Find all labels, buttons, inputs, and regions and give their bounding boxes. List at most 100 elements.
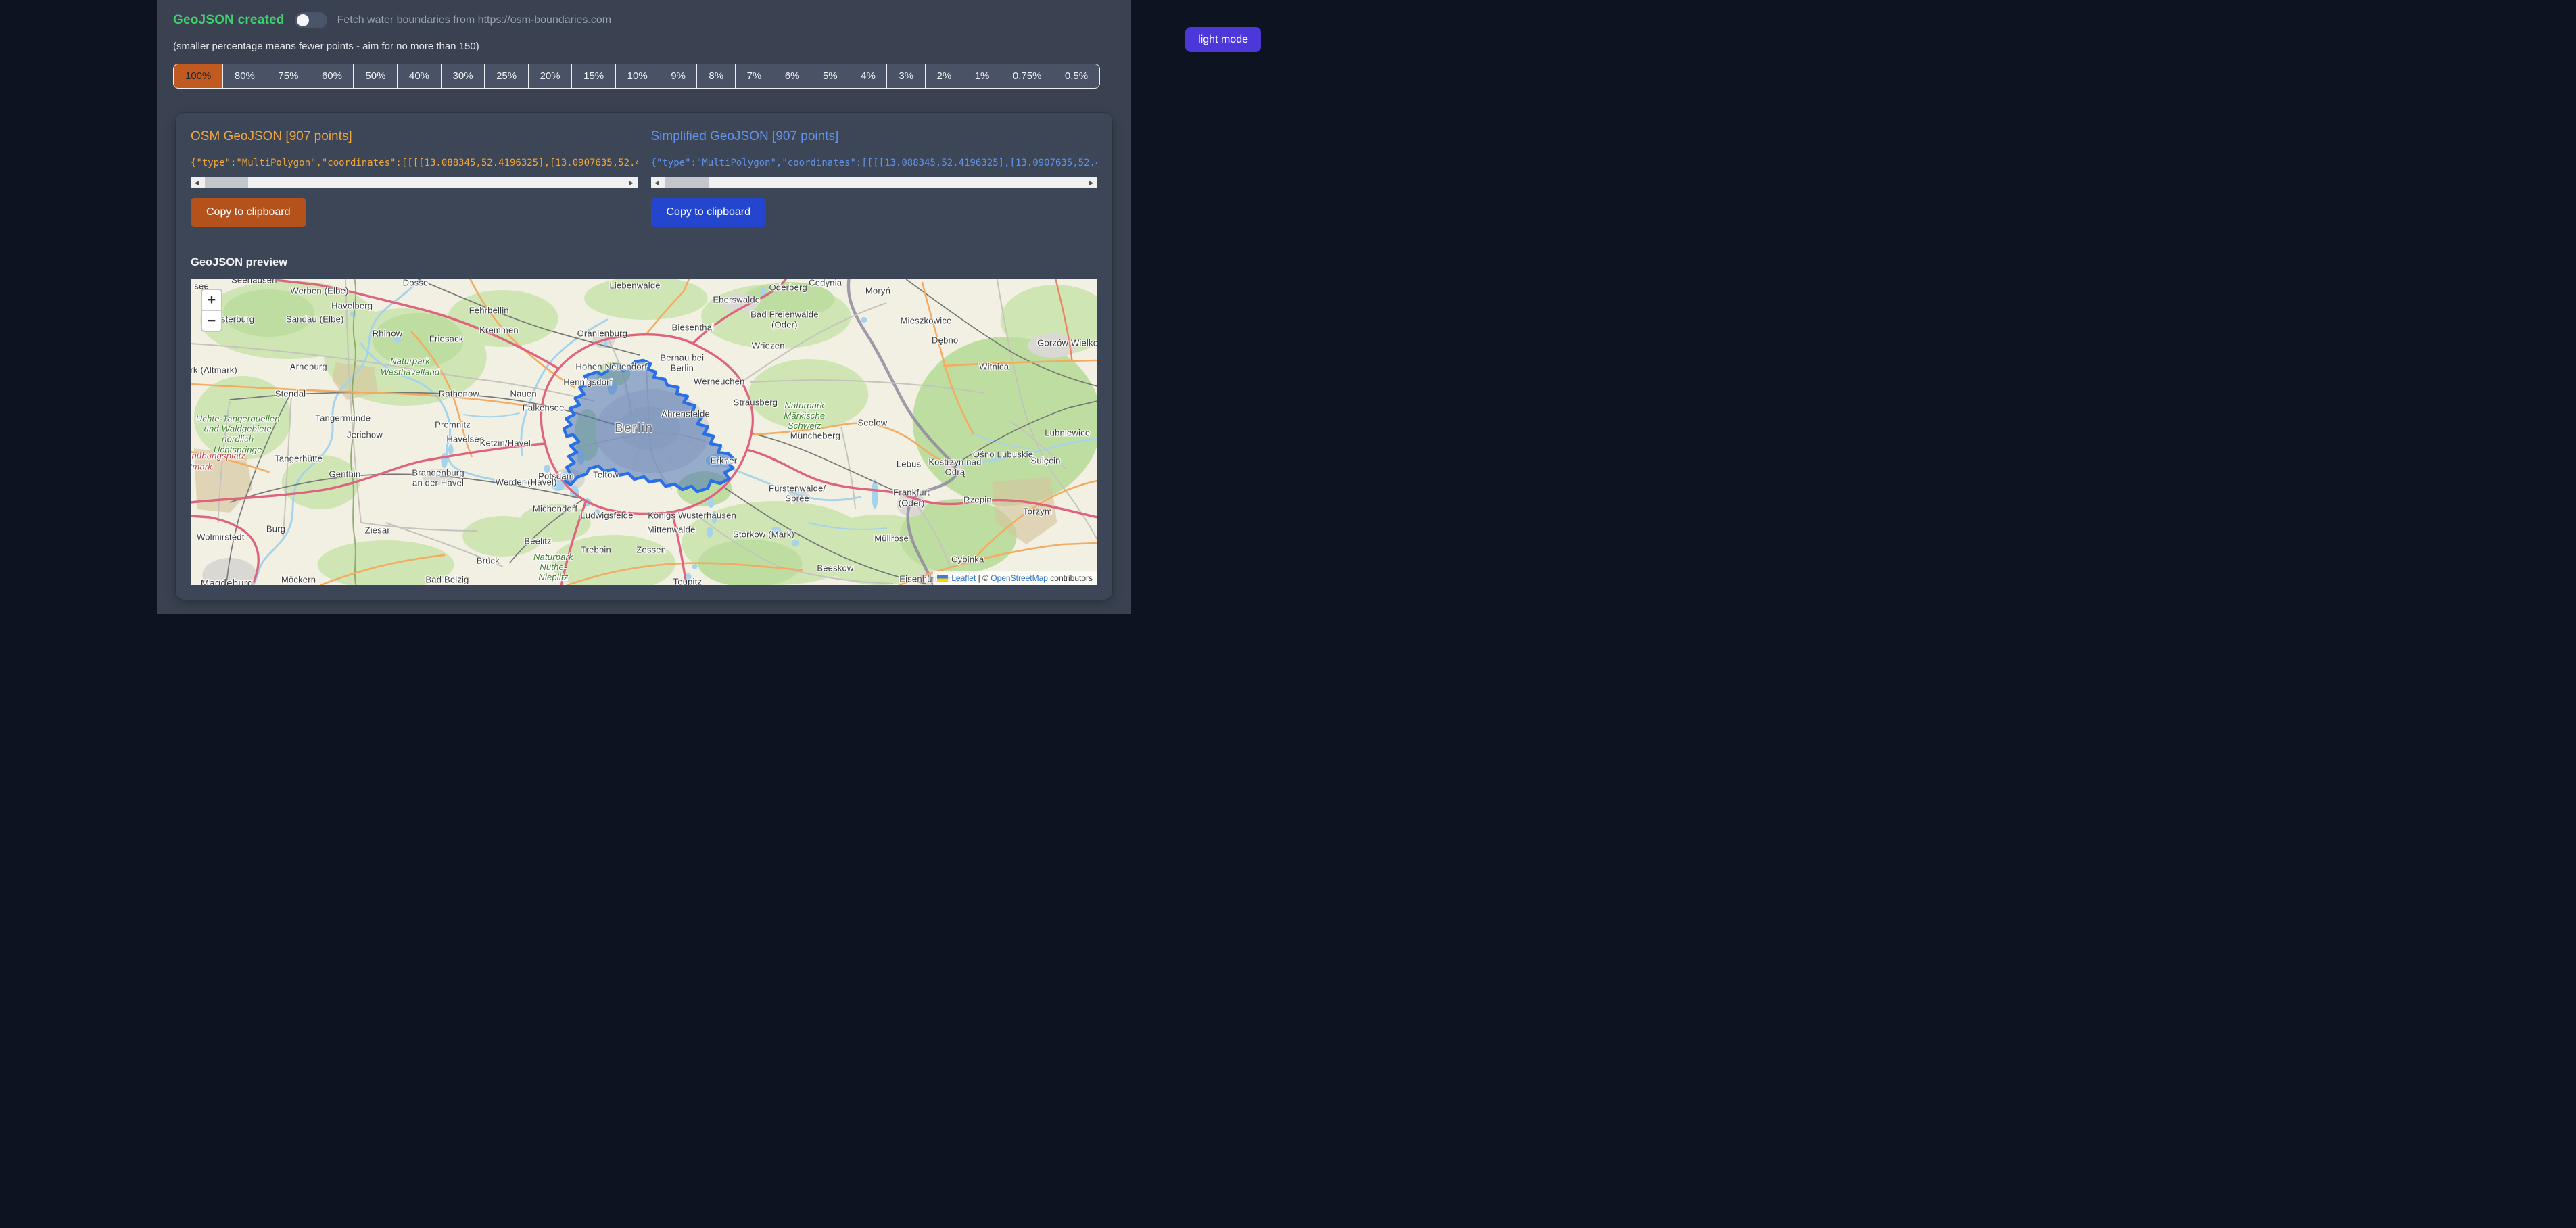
map-label: Erkner [711,456,738,466]
map-label: Ahrensfelde [661,408,710,419]
percent-option-10[interactable]: 10% [615,64,660,89]
map-label: Havelberg [331,301,373,311]
map-label: Oderberg [769,282,807,292]
percent-option-30[interactable]: 30% [441,64,485,89]
map-label: Strausberg [734,397,778,407]
percent-option-50[interactable]: 50% [353,64,398,89]
percent-option-8[interactable]: 8% [696,64,736,89]
simplified-json-text: {"type":"MultiPolygon","coordinates":[[[… [651,158,1098,170]
preview-title: GeoJSON preview [191,256,1097,269]
map-label: Ketzin/Havel [480,438,531,448]
percent-option-3[interactable]: 3% [886,64,926,89]
map-label: Bad Freienwalde (Oder) [750,309,819,330]
water-boundaries-toggle[interactable] [295,12,327,28]
percent-option-9[interactable]: 9% [659,64,698,89]
leaflet-link[interactable]: Leaflet [951,573,976,583]
percent-option-7[interactable]: 7% [735,64,774,89]
percent-option-0.5[interactable]: 0.5% [1053,64,1100,89]
map-label: Rhinow [373,328,403,338]
scrollbar-thumb[interactable] [665,177,709,188]
map-label: Torzym [1023,506,1052,516]
map-label: Kostrzyn nad Odrą [928,457,981,478]
zoom-in-button[interactable]: + [202,290,221,310]
map-label: Frankfurt (Oder) [893,488,930,509]
map-label: Fehrbellin [469,305,509,315]
percent-option-2[interactable]: 2% [925,64,964,89]
percent-option-100[interactable]: 100% [173,64,223,89]
percent-option-40[interactable]: 40% [397,64,442,89]
percent-option-80[interactable]: 80% [222,64,267,89]
map-label: Gorzów Wielkopol [1037,337,1097,348]
map-label: Ludwigsfelde [580,510,633,520]
map-label: Teltow [593,469,619,479]
scroll-right-icon[interactable]: ▶ [625,177,638,188]
map-label: Naturpark Westhavelland [381,356,440,377]
scrollbar-thumb[interactable] [205,177,248,188]
light-mode-button[interactable]: light mode [1185,27,1261,52]
map-label: Lebus [897,458,921,469]
map-label: Uchte-Tangerquellen und Waldgebiete nörd… [196,413,280,454]
percent-button-group: 100%80%75%60%50%40%30%25%20%15%10%9%8%7%… [173,64,1115,89]
map-label: Zossen [636,544,666,554]
percent-option-4[interactable]: 4% [849,64,888,89]
map-label: Seelow [858,418,888,428]
map-label: Rzepin [963,494,992,504]
leaflet-map[interactable]: SeehausenseeWerben (Elbe)DosseHavelbergO… [191,279,1097,585]
percent-option-5[interactable]: 5% [811,64,850,89]
percent-option-75[interactable]: 75% [266,64,310,89]
percent-option-1[interactable]: 1% [963,64,1002,89]
percent-option-60[interactable]: 60% [310,64,354,89]
map-label: Storkow (Mark) [733,529,794,540]
percent-option-0.75[interactable]: 0.75% [1001,64,1054,89]
osm-copy-button[interactable]: Copy to clipboard [191,198,306,227]
map-label: Fürstenwalde/ Spree [769,483,826,504]
map-label: Beelitz [524,536,551,546]
simplified-panel-title: Simplified GeoJSON [907 points] [651,129,1098,144]
map-label: Mittenwalde [647,525,696,535]
map-label: Eberswalde [713,294,760,304]
map-label: Dosse [403,279,429,288]
map-label: Werneuchen [694,376,744,386]
zoom-out-button[interactable]: − [202,310,221,331]
map-label: Ziesar [365,525,390,535]
hint-text: (smaller percentage means fewer points -… [173,41,1115,52]
map-label: Falkensee [523,402,565,412]
map-label: Müllrose [874,534,909,544]
percent-option-25[interactable]: 25% [484,64,529,89]
simplified-copy-button[interactable]: Copy to clipboard [651,198,767,227]
percent-option-6[interactable]: 6% [773,64,812,89]
map-label: Liebenwalde [609,281,660,291]
map-label: Hennigsdorf [563,377,612,387]
percent-option-20[interactable]: 20% [528,64,573,89]
map-label: Bernau bei Berlin [660,353,704,374]
map-label: Beeskow [817,563,853,573]
map-label: Jerichow [347,429,383,440]
map-label: Mieszkowice [901,316,952,326]
openstreetmap-link[interactable]: OpenStreetMap [991,573,1048,583]
percent-option-15[interactable]: 15% [571,64,616,89]
map-label: Burg [266,523,285,534]
map-label: Rathenow [439,388,479,398]
map-label: Sulęcin [1031,456,1061,466]
map-label: Michendorf [533,503,577,513]
toggle-knob [297,14,309,26]
map-label: Bad Belzig [425,575,469,585]
map-label: Brück [477,555,500,565]
map-label: Tangerhütte [275,454,323,464]
main-column: GeoJSON created Fetch water boundaries f… [157,0,1131,614]
status-text: GeoJSON created [173,13,285,28]
map-label: Friesack [429,333,464,344]
osm-json-scrollbar[interactable]: ◀ ▶ [191,177,638,188]
attribution-contributors: contributors [1048,573,1093,583]
map-label: Genthin [329,469,361,479]
map-label: Brandenburg an der Havel [412,467,464,488]
scroll-left-icon[interactable]: ◀ [191,177,203,188]
simplified-json-scrollbar[interactable]: ◀ ▶ [651,177,1098,188]
map-label: Hohen Neuendorf [575,361,647,371]
scroll-right-icon[interactable]: ▶ [1085,177,1097,188]
map-label: Witnica [979,361,1009,371]
scroll-left-icon[interactable]: ◀ [651,177,663,188]
map-label: Werben (Elbe) [290,286,348,296]
map-label: Wolmirstedt [197,532,245,542]
map-label: Nauen [510,388,536,398]
